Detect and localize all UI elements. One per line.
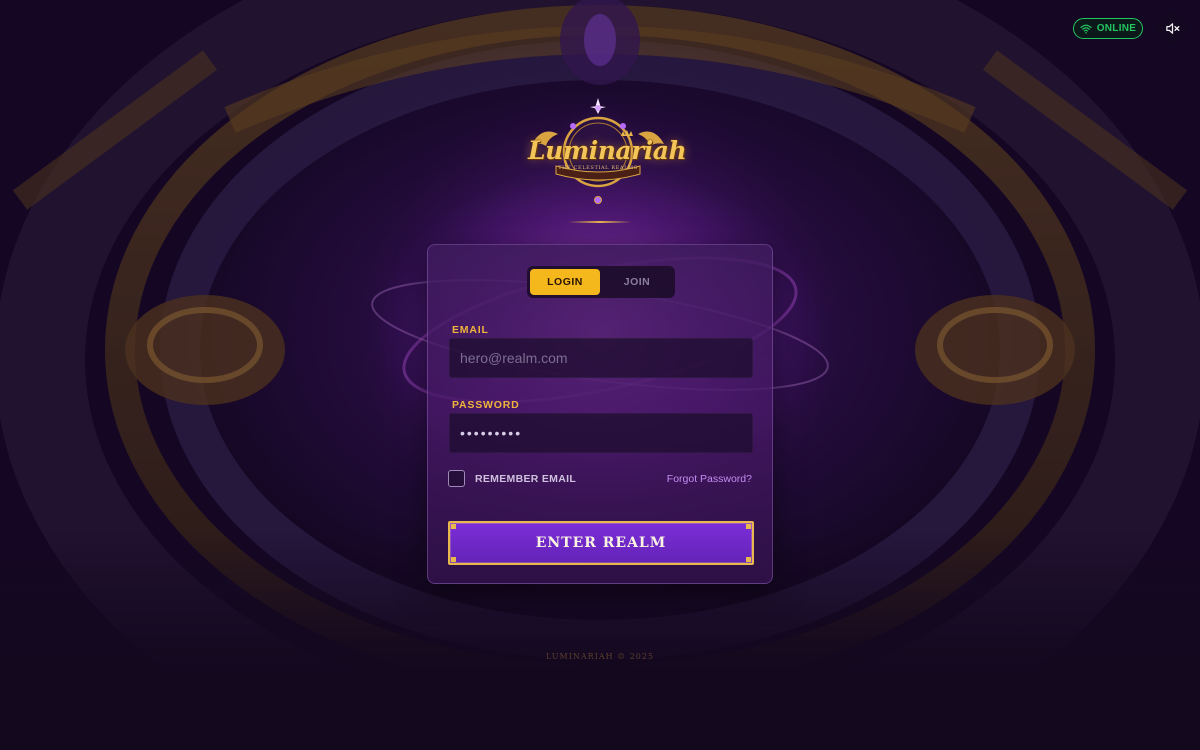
online-status-badge: ONLINE	[1073, 18, 1143, 39]
logo-divider	[568, 221, 632, 223]
game-logo: Luminariah THE CELESTIAL REALMS	[528, 96, 687, 216]
button-corner-ornament	[746, 557, 751, 562]
online-status-label: ONLINE	[1096, 23, 1137, 34]
email-label: EMAIL	[452, 324, 489, 336]
logo-subtitle: THE CELESTIAL REALMS	[558, 165, 638, 171]
forgot-password-link[interactable]: Forgot Password?	[667, 473, 752, 485]
footer-copyright: LUMINARIAH © 2025	[545, 652, 655, 661]
auth-tabs: LOGIN JOIN	[527, 266, 675, 298]
tab-join[interactable]: JOIN	[602, 269, 672, 295]
logo-title: Luminariah	[528, 136, 687, 165]
wifi-icon	[1080, 24, 1092, 34]
speaker-muted-icon	[1165, 22, 1179, 34]
email-field[interactable]	[449, 338, 753, 378]
button-corner-ornament	[451, 557, 456, 562]
remember-email-checkbox[interactable]	[448, 470, 465, 487]
bottom-band	[0, 678, 1200, 750]
sound-toggle-button[interactable]	[1158, 14, 1186, 42]
button-corner-ornament	[746, 524, 751, 529]
enter-realm-label: ENTER REALM	[535, 535, 667, 551]
enter-realm-button[interactable]: ENTER REALM	[448, 521, 754, 565]
password-label: PASSWORD	[452, 399, 520, 411]
login-card: LOGIN JOIN EMAIL PASSWORD REMEMBER EMAIL…	[427, 244, 773, 584]
remember-email-label: REMEMBER EMAIL	[475, 472, 577, 485]
tab-login[interactable]: LOGIN	[530, 269, 600, 295]
password-field[interactable]	[449, 413, 753, 453]
remember-email-toggle[interactable]: REMEMBER EMAIL	[448, 470, 576, 487]
button-corner-ornament	[451, 524, 456, 529]
